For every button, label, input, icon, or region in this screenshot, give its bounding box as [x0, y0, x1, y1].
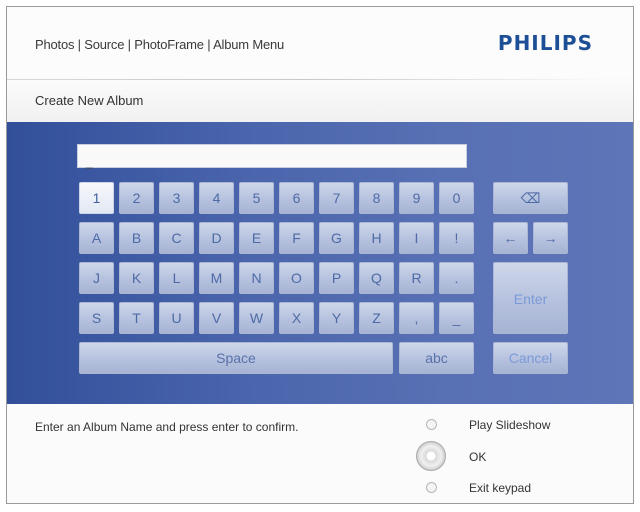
- cursor-left-key[interactable]: ←: [493, 222, 528, 254]
- header: Photos | Source | PhotoFrame | Album Men…: [7, 7, 633, 77]
- key-3[interactable]: 3: [159, 182, 194, 214]
- key-r[interactable]: R: [399, 262, 434, 294]
- enter-key[interactable]: Enter: [493, 262, 568, 334]
- abc-key[interactable]: abc: [399, 342, 474, 374]
- breadcrumb: Photos | Source | PhotoFrame | Album Men…: [35, 37, 285, 52]
- key-2[interactable]: 2: [119, 182, 154, 214]
- exit-keypad-label: Exit keypad: [469, 481, 532, 495]
- key-n[interactable]: N: [239, 262, 274, 294]
- cancel-key[interactable]: Cancel: [493, 342, 568, 374]
- key-m[interactable]: M: [199, 262, 234, 294]
- footer: Enter an Album Name and press enter to c…: [7, 404, 633, 503]
- key-f[interactable]: F: [279, 222, 314, 254]
- key-underscore[interactable]: _: [439, 302, 474, 334]
- key-a[interactable]: A: [79, 222, 114, 254]
- exit-keypad-radio-icon[interactable]: [426, 482, 437, 493]
- key-exclamation[interactable]: !: [439, 222, 474, 254]
- key-k[interactable]: K: [119, 262, 154, 294]
- key-l[interactable]: L: [159, 262, 194, 294]
- key-comma[interactable]: ,: [399, 302, 434, 334]
- space-key[interactable]: Space: [79, 342, 393, 374]
- key-0[interactable]: 0: [439, 182, 474, 214]
- key-t[interactable]: T: [119, 302, 154, 334]
- key-period[interactable]: .: [439, 262, 474, 294]
- key-x[interactable]: X: [279, 302, 314, 334]
- input-cursor: _: [86, 155, 93, 169]
- key-v[interactable]: V: [199, 302, 234, 334]
- key-8[interactable]: 8: [359, 182, 394, 214]
- backspace-icon: ⌫: [520, 190, 541, 206]
- key-4[interactable]: 4: [199, 182, 234, 214]
- arrow-right-icon: →: [543, 230, 558, 246]
- key-s[interactable]: S: [79, 302, 114, 334]
- page-title: Create New Album: [35, 93, 144, 108]
- key-5[interactable]: 5: [239, 182, 274, 214]
- photo-frame-screen: Photos | Source | PhotoFrame | Album Men…: [6, 6, 634, 504]
- play-slideshow-label: Play Slideshow: [469, 418, 551, 432]
- key-y[interactable]: Y: [319, 302, 354, 334]
- key-p[interactable]: P: [319, 262, 354, 294]
- arrow-left-icon: ←: [503, 230, 518, 246]
- key-7[interactable]: 7: [319, 182, 354, 214]
- ok-label: OK: [469, 450, 487, 464]
- key-i[interactable]: I: [399, 222, 434, 254]
- key-b[interactable]: B: [119, 222, 154, 254]
- keypad-panel: _ 1 2 3 4 5 6 7 8 9 0 A B C D E F G H I …: [7, 122, 633, 404]
- key-o[interactable]: O: [279, 262, 314, 294]
- backspace-key[interactable]: ⌫: [493, 182, 568, 214]
- key-z[interactable]: Z: [359, 302, 394, 334]
- key-q[interactable]: Q: [359, 262, 394, 294]
- album-name-input[interactable]: _: [77, 144, 467, 168]
- key-6[interactable]: 6: [279, 182, 314, 214]
- cursor-right-key[interactable]: →: [533, 222, 568, 254]
- play-slideshow-radio-icon[interactable]: [426, 419, 437, 430]
- key-d[interactable]: D: [199, 222, 234, 254]
- key-1[interactable]: 1: [79, 182, 114, 214]
- key-e[interactable]: E: [239, 222, 274, 254]
- key-g[interactable]: G: [319, 222, 354, 254]
- key-c[interactable]: C: [159, 222, 194, 254]
- key-9[interactable]: 9: [399, 182, 434, 214]
- ok-radio-icon[interactable]: [416, 441, 446, 471]
- key-h[interactable]: H: [359, 222, 394, 254]
- key-j[interactable]: J: [79, 262, 114, 294]
- key-u[interactable]: U: [159, 302, 194, 334]
- instruction-text: Enter an Album Name and press enter to c…: [35, 420, 299, 434]
- key-w[interactable]: W: [239, 302, 274, 334]
- philips-logo: PHILIPS: [497, 31, 593, 55]
